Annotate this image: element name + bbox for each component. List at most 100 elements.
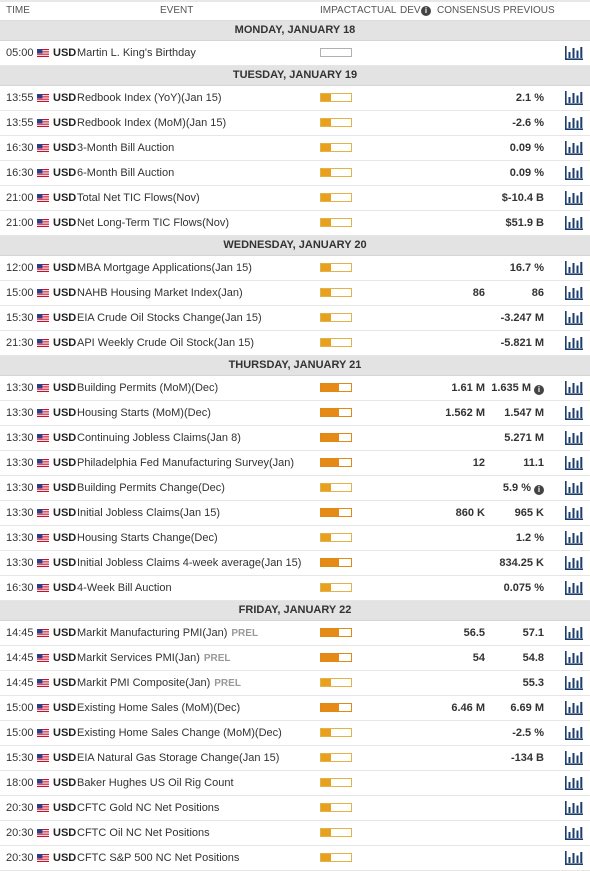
event-name[interactable]: Redbook Index (MoM)(Jan 15) <box>77 111 226 135</box>
event-row[interactable]: 14:45 USD Markit Manufacturing PMI(Jan) PRE… <box>0 621 590 646</box>
chart-icon[interactable] <box>565 381 583 395</box>
event-name[interactable]: EIA Crude Oil Stocks Change(Jan 15) <box>77 306 262 330</box>
event-name[interactable]: NAHB Housing Market Index(Jan) <box>77 281 243 305</box>
chart-icon[interactable] <box>565 751 583 765</box>
event-row[interactable]: 15:00 USD NAHB Housing Market Index(Jan) 86… <box>0 281 590 306</box>
header-dev[interactable]: DEV <box>400 5 421 16</box>
event-name[interactable]: Martin L. King's Birthday <box>77 41 196 65</box>
chart-icon[interactable] <box>565 456 583 470</box>
chart-icon[interactable] <box>565 506 583 520</box>
event-name[interactable]: MBA Mortgage Applications(Jan 15) <box>77 256 252 280</box>
header-previous[interactable]: PREVIOUS <box>503 5 555 16</box>
event-name[interactable]: Continuing Jobless Claims(Jan 8) <box>77 426 241 450</box>
chart-icon[interactable] <box>565 286 583 300</box>
info-icon[interactable]: i <box>421 6 431 16</box>
event-row[interactable]: 15:00 USD Existing Home Sales (MoM)(Dec) 6.… <box>0 696 590 721</box>
event-row[interactable]: 20:30 USD CFTC S&P 500 NC Net Positions <box>0 846 590 871</box>
event-name[interactable]: Existing Home Sales Change (MoM)(Dec) <box>77 721 282 745</box>
event-name[interactable]: Markit PMI Composite(Jan) PREL <box>77 671 241 696</box>
header-event[interactable]: EVENT <box>160 5 193 16</box>
chart-icon[interactable] <box>565 701 583 715</box>
event-name[interactable]: 6-Month Bill Auction <box>77 161 174 185</box>
chart-icon[interactable] <box>565 261 583 275</box>
event-row[interactable]: 13:55 USD Redbook Index (YoY)(Jan 15) 2.1 % <box>0 86 590 111</box>
event-row[interactable]: 16:30 USD 6-Month Bill Auction 0.09 % <box>0 161 590 186</box>
header-actual[interactable]: ACTUAL <box>357 5 396 16</box>
event-row[interactable]: 18:00 USD Baker Hughes US Oil Rig Count <box>0 771 590 796</box>
event-name[interactable]: 3-Month Bill Auction <box>77 136 174 160</box>
event-name[interactable]: Housing Starts (MoM)(Dec) <box>77 401 211 425</box>
event-name[interactable]: Initial Jobless Claims(Jan 15) <box>77 501 220 525</box>
event-name[interactable]: API Weekly Crude Oil Stock(Jan 15) <box>77 331 254 355</box>
event-name[interactable]: CFTC S&P 500 NC Net Positions <box>77 846 239 870</box>
chart-icon[interactable] <box>565 216 583 230</box>
chart-icon[interactable] <box>565 626 583 640</box>
chart-icon[interactable] <box>565 91 583 105</box>
event-row[interactable]: 14:45 USD Markit PMI Composite(Jan) PREL 55.… <box>0 671 590 696</box>
event-row[interactable]: 13:30 USD Initial Jobless Claims(Jan 15) 86… <box>0 501 590 526</box>
event-row[interactable]: 13:30 USD Philadelphia Fed Manufacturing S… <box>0 451 590 476</box>
chart-icon[interactable] <box>565 556 583 570</box>
event-row[interactable]: 16:30 USD 4-Week Bill Auction 0.075 % <box>0 576 590 601</box>
event-name[interactable]: Philadelphia Fed Manufacturing Survey(Ja… <box>77 451 294 475</box>
chart-icon[interactable] <box>565 676 583 690</box>
chart-icon[interactable] <box>565 191 583 205</box>
event-row[interactable]: 13:30 USD Building Permits (MoM)(Dec) 1.61 … <box>0 376 590 401</box>
event-row[interactable]: 21:30 USD API Weekly Crude Oil Stock(Jan 1… <box>0 331 590 356</box>
event-row[interactable]: 13:55 USD Redbook Index (MoM)(Jan 15) -2.6 … <box>0 111 590 136</box>
event-row[interactable]: 20:30 USD CFTC Gold NC Net Positions <box>0 796 590 821</box>
chart-icon[interactable] <box>565 726 583 740</box>
event-row[interactable]: 14:45 USD Markit Services PMI(Jan) PREL 54 54… <box>0 646 590 671</box>
event-name[interactable]: Building Permits Change(Dec) <box>77 476 225 500</box>
event-row[interactable]: 13:30 USD Initial Jobless Claims 4-week av… <box>0 551 590 576</box>
chart-icon[interactable] <box>565 651 583 665</box>
header-consensus[interactable]: CONSENSUS <box>437 5 500 16</box>
event-name[interactable]: Initial Jobless Claims 4-week average(Ja… <box>77 551 301 575</box>
chart-icon[interactable] <box>565 311 583 325</box>
event-row[interactable]: 15:30 USD EIA Crude Oil Stocks Change(Jan … <box>0 306 590 331</box>
event-row[interactable]: 05:00 USD Martin L. King's Birthday <box>0 41 590 66</box>
event-row[interactable]: 13:30 USD Building Permits Change(Dec) 5.9 … <box>0 476 590 501</box>
event-row[interactable]: 21:00 USD Total Net TIC Flows(Nov) $-10.4 B <box>0 186 590 211</box>
chart-icon[interactable] <box>565 46 583 60</box>
event-name[interactable]: Total Net TIC Flows(Nov) <box>77 186 200 210</box>
info-icon[interactable]: i <box>534 485 544 495</box>
chart-icon[interactable] <box>565 336 583 350</box>
event-name[interactable]: Existing Home Sales (MoM)(Dec) <box>77 696 240 720</box>
event-name[interactable]: Net Long-Term TIC Flows(Nov) <box>77 211 229 235</box>
event-name[interactable]: Building Permits (MoM)(Dec) <box>77 376 218 400</box>
event-name[interactable]: EIA Natural Gas Storage Change(Jan 15) <box>77 746 279 770</box>
event-name[interactable]: Baker Hughes US Oil Rig Count <box>77 771 234 795</box>
chart-icon[interactable] <box>565 826 583 840</box>
event-row[interactable]: 15:00 USD Existing Home Sales Change (MoM)… <box>0 721 590 746</box>
event-row[interactable]: 13:30 USD Housing Starts (MoM)(Dec) 1.562 M… <box>0 401 590 426</box>
chart-icon[interactable] <box>565 141 583 155</box>
chart-icon[interactable] <box>565 166 583 180</box>
chart-icon[interactable] <box>565 581 583 595</box>
event-name[interactable]: 4-Week Bill Auction <box>77 576 172 600</box>
event-name[interactable]: Markit Services PMI(Jan) PREL <box>77 646 231 671</box>
chart-icon[interactable] <box>565 801 583 815</box>
chart-icon[interactable] <box>565 776 583 790</box>
event-name[interactable]: CFTC Gold NC Net Positions <box>77 796 219 820</box>
chart-icon[interactable] <box>565 406 583 420</box>
header-impact[interactable]: IMPACT <box>320 5 357 16</box>
event-name[interactable]: Redbook Index (YoY)(Jan 15) <box>77 86 222 110</box>
info-icon[interactable]: i <box>534 385 544 395</box>
chart-icon[interactable] <box>565 431 583 445</box>
event-row[interactable]: 13:30 USD Housing Starts Change(Dec) 1.2 % <box>0 526 590 551</box>
event-name[interactable]: Markit Manufacturing PMI(Jan) PREL <box>77 621 258 646</box>
event-row[interactable]: 12:00 USD MBA Mortgage Applications(Jan 15… <box>0 256 590 281</box>
event-row[interactable]: 21:00 USD Net Long-Term TIC Flows(Nov) $51.… <box>0 211 590 236</box>
chart-icon[interactable] <box>565 531 583 545</box>
event-row[interactable]: 13:30 USD Continuing Jobless Claims(Jan 8)… <box>0 426 590 451</box>
chart-icon[interactable] <box>565 481 583 495</box>
event-currency: USD <box>53 217 77 229</box>
event-row[interactable]: 16:30 USD 3-Month Bill Auction 0.09 % <box>0 136 590 161</box>
event-row[interactable]: 20:30 USD CFTC Oil NC Net Positions <box>0 821 590 846</box>
header-time[interactable]: TIME <box>6 5 30 16</box>
event-name[interactable]: Housing Starts Change(Dec) <box>77 526 218 550</box>
event-row[interactable]: 15:30 USD EIA Natural Gas Storage Change(J… <box>0 746 590 771</box>
chart-icon[interactable] <box>565 116 583 130</box>
event-name[interactable]: CFTC Oil NC Net Positions <box>77 821 210 845</box>
